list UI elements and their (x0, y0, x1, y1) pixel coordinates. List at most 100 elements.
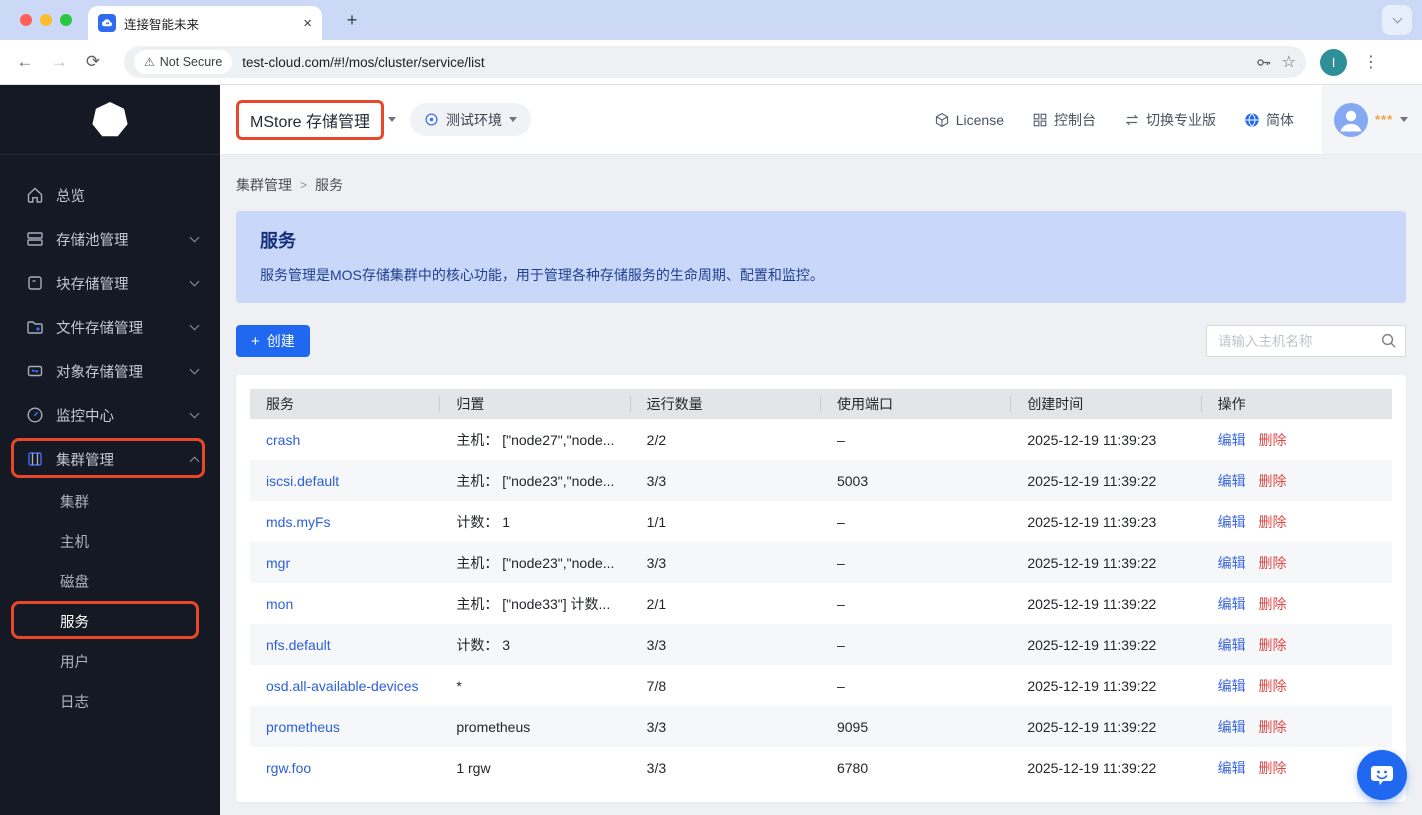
security-label: Not Secure (159, 55, 223, 69)
browser-menu-icon[interactable]: ⋮ (1359, 52, 1383, 72)
console-link[interactable]: 控制台 (1032, 110, 1096, 130)
created-time-cell: 2025-12-19 11:39:23 (1027, 513, 1157, 530)
service-name-link[interactable]: mds.myFs (266, 514, 331, 530)
chat-support-button[interactable] (1357, 750, 1407, 800)
service-name-link[interactable]: mgr (266, 555, 290, 571)
delete-link[interactable]: 删除 (1259, 473, 1287, 489)
service-name-link[interactable]: prometheus (266, 719, 340, 735)
password-key-icon[interactable] (1255, 54, 1272, 71)
sidebar-item-overview[interactable]: 总览 (0, 173, 220, 217)
license-link[interactable]: License (934, 112, 1004, 128)
search-input[interactable] (1206, 325, 1406, 357)
breadcrumb-parent[interactable]: 集群管理 (236, 175, 292, 195)
browser-profile-avatar[interactable]: I (1320, 48, 1347, 76)
sidebar-item-storage-pool[interactable]: 存储池管理 (0, 217, 220, 261)
table-row: osd.all-available-devices * 7/8 – 2025-1… (250, 665, 1392, 706)
sidebar-subitem-host[interactable]: 主机 (0, 521, 220, 561)
forward-button[interactable]: → (42, 52, 76, 72)
delete-link[interactable]: 删除 (1259, 432, 1287, 448)
table-row: prometheus prometheus 3/3 9095 2025-12-1… (250, 706, 1392, 747)
sidebar-item-label: 对象存储管理 (56, 364, 143, 381)
address-bar[interactable]: ⚠ Not Secure test-cloud.com/#!/mos/clust… (124, 46, 1306, 78)
chevron-down-icon (509, 117, 518, 122)
sidebar-subitem-label: 用户 (60, 654, 89, 671)
browser-tab-strip: 连接智能未来 × + (0, 0, 1422, 40)
service-name-link[interactable]: iscsi.default (266, 473, 339, 489)
back-button[interactable]: ← (8, 52, 42, 72)
page-title: 服务 (260, 231, 296, 251)
delete-link[interactable]: 删除 (1259, 514, 1287, 530)
edit-link[interactable]: 编辑 (1218, 432, 1246, 448)
environment-selector[interactable]: 测试环境 (410, 103, 532, 136)
bookmark-star-icon[interactable]: ☆ (1282, 52, 1296, 72)
edit-link[interactable]: 编辑 (1218, 678, 1246, 694)
sidebar-subitem-log[interactable]: 日志 (0, 681, 220, 721)
app-title[interactable]: MStore 存储管理 (250, 108, 370, 132)
chevron-down-icon[interactable] (388, 117, 397, 122)
app-window: 总览 存储池管理 块存储管理 文件存储管理 对象存储管理 监控中心 集群管理 集… (0, 85, 1422, 815)
host-search (1206, 325, 1406, 357)
page-description: 服务管理是MOS存储集群中的核心功能，用于管理各种存储服务的生命周期、配置和监控… (260, 267, 824, 283)
browser-tab[interactable]: 连接智能未来 × (88, 6, 322, 40)
sidebar-subitem-cluster[interactable]: 集群 (0, 481, 220, 521)
sidebar: 总览 存储池管理 块存储管理 文件存储管理 对象存储管理 监控中心 集群管理 集… (0, 85, 220, 815)
delete-link[interactable]: 删除 (1259, 596, 1287, 612)
security-badge[interactable]: ⚠ Not Secure (134, 50, 233, 74)
language-link[interactable]: 简体 (1244, 110, 1294, 130)
service-name-link[interactable]: crash (266, 432, 300, 448)
macos-window-controls[interactable] (20, 14, 72, 26)
tab-title: 连接智能未来 (124, 17, 200, 32)
service-name-link[interactable]: nfs.default (266, 637, 331, 653)
search-icon[interactable] (1380, 332, 1397, 354)
delete-link[interactable]: 删除 (1259, 760, 1287, 776)
edit-link[interactable]: 编辑 (1218, 473, 1246, 489)
table-row: iscsi.default 主机： ["node23","node... 3/3… (250, 460, 1392, 501)
reload-button[interactable]: ⟳ (76, 52, 110, 72)
sidebar-subitem-user[interactable]: 用户 (0, 641, 220, 681)
edit-link[interactable]: 编辑 (1218, 637, 1246, 653)
annotation-highlight-app-title: MStore 存储管理 (236, 99, 385, 140)
delete-link[interactable]: 删除 (1259, 637, 1287, 653)
sidebar-item-file-storage[interactable]: 文件存储管理 (0, 305, 220, 349)
sidebar-item-monitor-center[interactable]: 监控中心 (0, 393, 220, 437)
sidebar-item-object-storage[interactable]: 对象存储管理 (0, 349, 220, 393)
edit-link[interactable]: 编辑 (1218, 514, 1246, 530)
new-tab-button[interactable]: + (340, 8, 364, 32)
browser-toolbar: ← → ⟳ ⚠ Not Secure test-cloud.com/#!/mos… (0, 40, 1422, 85)
edit-link[interactable]: 编辑 (1218, 760, 1246, 776)
delete-link[interactable]: 删除 (1259, 555, 1287, 571)
service-name-link[interactable]: osd.all-available-devices (266, 678, 419, 694)
delete-link[interactable]: 删除 (1259, 678, 1287, 694)
switch-pro-link[interactable]: 切换专业版 (1124, 110, 1216, 130)
column-header-created: 创建时间 (1011, 389, 1202, 419)
edit-link[interactable]: 编辑 (1218, 555, 1246, 571)
table-row: mgr 主机： ["node23","node... 3/3 – 2025-12… (250, 542, 1392, 583)
tab-search-chevron-button[interactable] (1382, 5, 1412, 35)
placement-cell: 计数： 3 (440, 624, 631, 665)
edit-link[interactable]: 编辑 (1218, 719, 1246, 735)
placement-cell: * (456, 677, 462, 694)
sidebar-item-block-storage[interactable]: 块存储管理 (0, 261, 220, 305)
sidebar-item-label: 块存储管理 (56, 276, 129, 293)
switch-pro-label: 切换专业版 (1146, 111, 1216, 128)
close-window-button[interactable] (20, 14, 32, 26)
tab-close-icon[interactable]: × (303, 15, 312, 32)
edit-link[interactable]: 编辑 (1218, 596, 1246, 612)
delete-link[interactable]: 删除 (1259, 719, 1287, 735)
user-menu[interactable]: *** (1322, 85, 1422, 154)
sidebar-subitem-service[interactable]: 服务 (0, 601, 220, 641)
service-name-link[interactable]: rgw.foo (266, 760, 311, 776)
maximize-window-button[interactable] (60, 14, 72, 26)
created-time-cell: 2025-12-19 11:39:23 (1027, 431, 1157, 448)
minimize-window-button[interactable] (40, 14, 52, 26)
app-logo[interactable] (0, 85, 220, 155)
sidebar-item-cluster-management[interactable]: 集群管理 (0, 437, 220, 481)
sidebar-subitem-disk[interactable]: 磁盘 (0, 561, 220, 601)
sidebar-subitem-label: 磁盘 (60, 574, 89, 591)
console-grid-icon (1033, 113, 1047, 126)
url-text[interactable]: test-cloud.com/#!/mos/cluster/service/li… (242, 55, 1244, 70)
create-button[interactable]: + 创建 (236, 325, 310, 357)
sidebar-subitem-label: 服务 (60, 614, 89, 631)
service-name-link[interactable]: mon (266, 596, 293, 612)
globe-icon (1245, 112, 1259, 127)
